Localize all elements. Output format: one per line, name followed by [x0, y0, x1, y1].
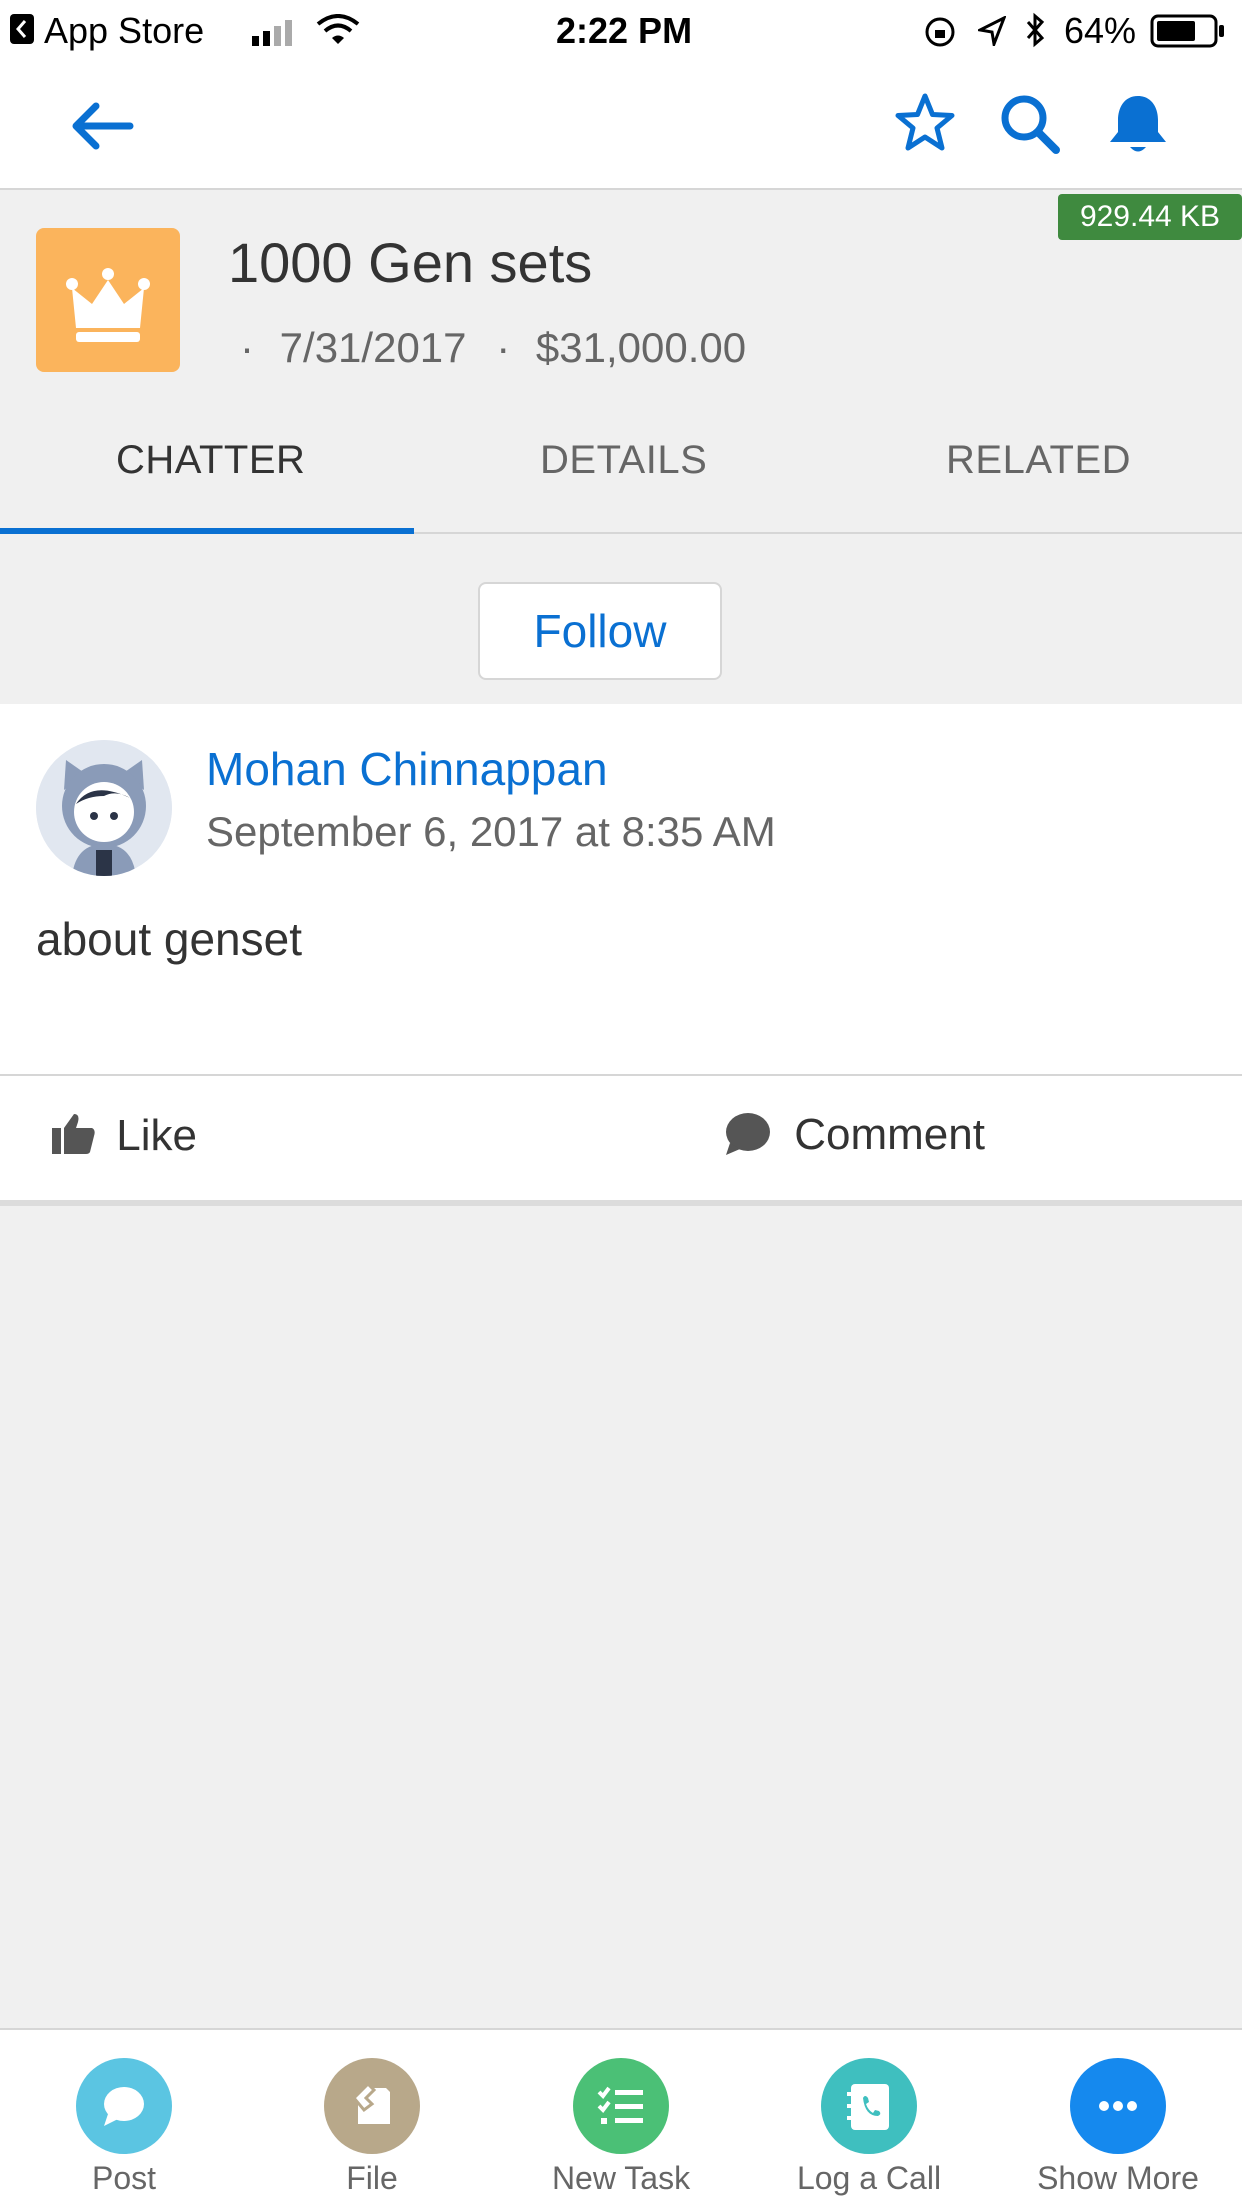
post-action-label[interactable]: Post: [0, 2160, 248, 2197]
follow-button[interactable]: Follow: [478, 582, 722, 680]
log-call-action-icon[interactable]: [821, 2058, 917, 2154]
rotation-lock-icon: [924, 16, 956, 53]
status-bar: App Store 2:22 PM 64%: [0, 0, 1242, 62]
location-icon: [975, 14, 1007, 51]
post-bottom-border: [0, 1200, 1242, 1206]
signal-icon: [252, 20, 296, 51]
wifi-icon: [316, 14, 360, 51]
thumbs-up-icon: [50, 1110, 96, 1167]
comment-label: Comment: [794, 1110, 985, 1159]
post-divider: [0, 1074, 1242, 1076]
search-icon[interactable]: [998, 92, 1062, 161]
star-icon[interactable]: [894, 92, 956, 159]
comment-button[interactable]: Comment: [724, 1110, 985, 1168]
show-more-action-label[interactable]: Show More: [994, 2160, 1242, 2197]
meta-separator: ·: [496, 324, 511, 371]
record-meta: · 7/31/2017 · $31,000.00: [240, 324, 746, 372]
size-badge: 929.44 KB: [1058, 194, 1242, 240]
file-action-icon[interactable]: [324, 2058, 420, 2154]
tab-chatter[interactable]: CHATTER: [116, 438, 305, 483]
nav-bar: [0, 62, 1242, 190]
record-title: 1000 Gen sets: [228, 231, 593, 294]
bluetooth-icon: [1024, 12, 1046, 53]
back-arrow-icon[interactable]: [66, 100, 136, 157]
close-date: 7/31/2017: [279, 324, 467, 371]
new-task-action-label[interactable]: New Task: [497, 2160, 745, 2197]
tab-details[interactable]: DETAILS: [540, 438, 707, 483]
post-body: about genset: [36, 913, 303, 965]
clock: 2:22 PM: [556, 10, 693, 51]
post-action-icon[interactable]: [76, 2058, 172, 2154]
tab-related[interactable]: RELATED: [946, 438, 1131, 483]
battery-icon: [1150, 14, 1226, 53]
back-to-app-icon[interactable]: [10, 14, 34, 44]
file-action-label[interactable]: File: [248, 2160, 496, 2197]
crown-icon: [36, 228, 180, 372]
meta-separator: ·: [240, 324, 254, 371]
bell-icon[interactable]: [1106, 92, 1170, 163]
avatar[interactable]: [36, 740, 172, 876]
amount: $31,000.00: [535, 324, 747, 371]
log-call-action-label[interactable]: Log a Call: [745, 2160, 993, 2197]
back-app-label[interactable]: App Store: [44, 10, 204, 52]
like-button[interactable]: Like: [50, 1110, 197, 1167]
new-task-action-icon[interactable]: [573, 2058, 669, 2154]
like-label: Like: [116, 1111, 197, 1160]
active-tab-indicator: [0, 528, 414, 534]
comment-icon: [724, 1111, 772, 1168]
post-author[interactable]: Mohan Chinnappan: [206, 742, 608, 796]
post-timestamp[interactable]: September 6, 2017 at 8:35 AM: [206, 808, 776, 856]
show-more-action-icon[interactable]: [1070, 2058, 1166, 2154]
battery-percent: 64%: [1064, 10, 1137, 51]
